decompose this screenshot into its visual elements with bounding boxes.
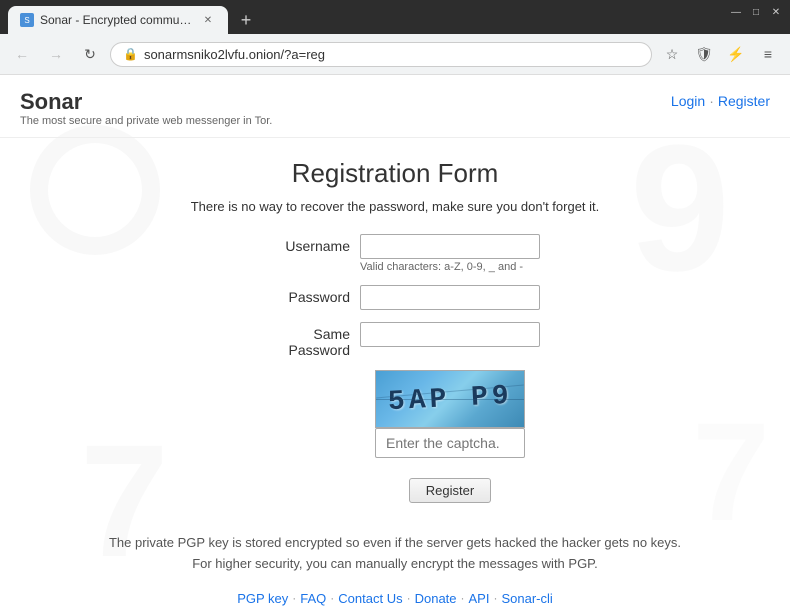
maximize-button[interactable]: □ (750, 6, 762, 18)
close-window-button[interactable]: ✕ (770, 6, 782, 18)
password-row: Password (145, 285, 645, 310)
same-password-label: Same Password (250, 322, 360, 358)
footer-info: The private PGP key is stored encrypted … (109, 533, 681, 575)
username-row: Username Valid characters: a-Z, 0-9, _ a… (145, 234, 645, 273)
shield-icon[interactable]: 🛡 (690, 40, 718, 68)
address-bar[interactable]: 🔒 sonarmsniko2lvfu.onion/?a=reg (110, 42, 652, 67)
footer-links: PGP key · FAQ · Contact Us · Donate · AP… (109, 591, 681, 606)
minimize-button[interactable]: — (730, 6, 742, 18)
captcha-input[interactable] (375, 428, 525, 458)
captcha-line1 (376, 399, 524, 400)
pgp-key-link[interactable]: PGP key (237, 591, 288, 606)
registration-form: Username Valid characters: a-Z, 0-9, _ a… (145, 234, 645, 503)
captcha-area: 5AP P9 (375, 370, 525, 458)
logo-name: Sonar (20, 89, 272, 115)
password-input[interactable] (360, 285, 540, 310)
same-password-row: Same Password (145, 322, 645, 358)
api-link[interactable]: API (469, 591, 490, 606)
tab-close-button[interactable]: ✕ (200, 12, 216, 28)
refresh-button[interactable]: ↻ (76, 40, 104, 68)
password-label: Password (250, 285, 360, 305)
logo-tagline: The most secure and private web messenge… (20, 115, 272, 127)
cast-icon[interactable]: ⚡ (722, 40, 750, 68)
captcha-image: 5AP P9 (375, 370, 525, 428)
username-field-area: Valid characters: a-Z, 0-9, _ and - (360, 234, 540, 273)
back-button[interactable]: ← (8, 40, 36, 68)
username-input[interactable] (360, 234, 540, 259)
same-password-field-area (360, 322, 540, 347)
same-password-input[interactable] (360, 322, 540, 347)
tab-favicon: S (20, 13, 34, 27)
username-hint: Valid characters: a-Z, 0-9, _ and - (360, 261, 540, 273)
donate-link[interactable]: Donate (415, 591, 457, 606)
password-field-area (360, 285, 540, 310)
menu-icon[interactable]: ≡ (754, 40, 782, 68)
register-link[interactable]: Register (718, 93, 770, 109)
footer-info-line1: The private PGP key is stored encrypted … (109, 533, 681, 554)
active-tab[interactable]: S Sonar - Encrypted communica... ✕ (8, 6, 228, 34)
new-tab-button[interactable]: + (232, 6, 260, 34)
page-content: 9 7 7 Sonar The most secure and private … (0, 75, 790, 613)
nav-separator: · (709, 93, 714, 109)
url-text: sonarmsniko2lvfu.onion/?a=reg (144, 47, 639, 62)
site-header: Sonar The most secure and private web me… (0, 75, 790, 138)
register-button[interactable]: Register (409, 478, 491, 503)
page-footer: The private PGP key is stored encrypted … (89, 503, 701, 613)
contact-us-link[interactable]: Contact Us (338, 591, 402, 606)
forward-button[interactable]: → (42, 40, 70, 68)
site-logo: Sonar The most secure and private web me… (20, 89, 272, 127)
bookmarks-icon[interactable]: ☆ (658, 40, 686, 68)
username-label: Username (250, 234, 360, 254)
page-title: Registration Form (292, 158, 499, 189)
lock-icon: 🔒 (123, 47, 138, 61)
tab-title: Sonar - Encrypted communica... (40, 13, 194, 27)
main-content: Registration Form There is no way to rec… (0, 138, 790, 613)
header-nav: Login · Register (671, 89, 770, 109)
sonar-cli-link[interactable]: Sonar-cli (501, 591, 552, 606)
footer-info-line2: For higher security, you can manually en… (109, 554, 681, 575)
login-link[interactable]: Login (671, 93, 705, 109)
faq-link[interactable]: FAQ (300, 591, 326, 606)
password-warning: There is no way to recover the password,… (191, 199, 600, 214)
